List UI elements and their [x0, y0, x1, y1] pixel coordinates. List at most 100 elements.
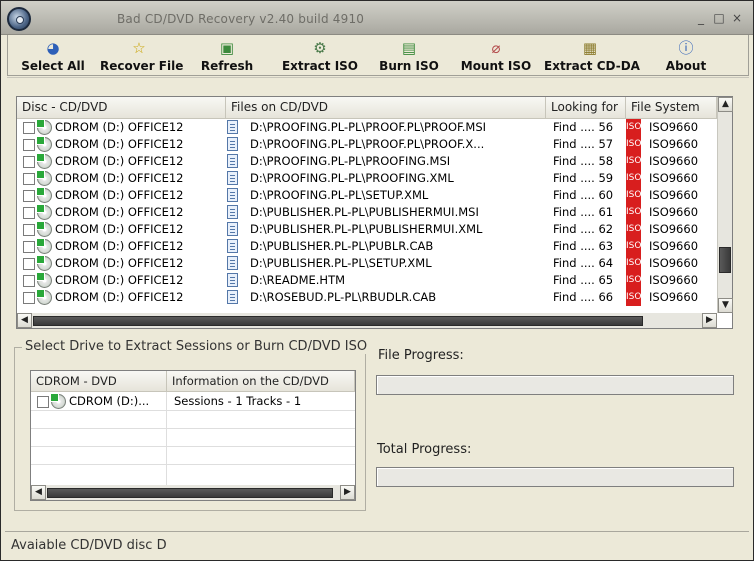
file-icon — [227, 120, 238, 134]
looking-for-cell: Find .... 66 — [553, 290, 614, 304]
row-checkbox[interactable] — [23, 122, 35, 134]
select-all-icon: ◕ — [46, 39, 60, 57]
disc-cell: CDROM (D:) OFFICE12 — [55, 154, 184, 168]
file-path-cell: D:\PUBLISHER.PL-PL\SETUP.XML — [250, 256, 432, 270]
vertical-scrollbar[interactable]: ▲ ▼ — [717, 97, 733, 313]
extract-cdda-button[interactable]: ▦ Extract CD-DA — [544, 37, 640, 75]
drive-checkbox[interactable] — [37, 396, 49, 408]
iso-badge: ISO — [626, 204, 641, 221]
horizontal-scroll-thumb[interactable] — [33, 316, 643, 326]
minimize-button[interactable]: _ — [694, 11, 708, 25]
file-system-cell: ISO9660 — [649, 120, 699, 134]
drive-scroll-thumb[interactable] — [47, 488, 333, 498]
table-row[interactable]: CDROM (D:) OFFICE12 D:\PROOFING.PL-PL\PRO… — [17, 153, 717, 170]
row-checkbox[interactable] — [23, 224, 35, 236]
row-checkbox[interactable] — [23, 173, 35, 185]
cd-drive-icon — [50, 393, 66, 409]
table-row[interactable]: CDROM (D:) OFFICE12 D:\PROOFING.PL-PL\SET… — [17, 187, 717, 204]
drive-row[interactable]: CDROM (D:)... Sessions - 1 Tracks - 1 — [31, 393, 355, 410]
star-icon: ☆ — [132, 39, 146, 57]
file-icon — [227, 205, 238, 219]
scroll-right-arrow-icon[interactable]: ▶ — [702, 313, 717, 328]
close-button[interactable]: × — [730, 11, 744, 25]
table-row[interactable]: CDROM (D:) OFFICE12 D:\ROSEBUD.PL-PL\RBUD… — [17, 289, 717, 306]
toolbar-divider — [7, 77, 749, 78]
mount-iso-icon: ⌀ — [491, 39, 501, 57]
file-path-cell: D:\PROOFING.PL-PL\PROOF.PL\PROOF.X... — [250, 137, 485, 151]
column-header-files[interactable]: Files on CD/DVD — [226, 97, 546, 119]
table-row[interactable]: CDROM (D:) OFFICE12 D:\PUBLISHER.PL-PL\PU… — [17, 238, 717, 255]
cd-disc-icon — [36, 136, 52, 152]
looking-for-cell: Find .... 56 — [553, 120, 614, 134]
scroll-left-arrow-icon[interactable]: ◀ — [31, 485, 46, 500]
drive-list[interactable]: CDROM - DVD Information on the CD/DVD CD… — [30, 370, 356, 501]
table-row[interactable]: CDROM (D:) OFFICE12 D:\PUBLISHER.PL-PL\PU… — [17, 221, 717, 238]
scroll-right-arrow-icon[interactable]: ▶ — [340, 485, 355, 500]
table-row[interactable]: CDROM (D:) OFFICE12 D:\PUBLISHER.PL-PL\PU… — [17, 204, 717, 221]
drive-horizontal-scrollbar[interactable]: ◀ ▶ — [31, 485, 355, 500]
row-checkbox[interactable] — [23, 156, 35, 168]
scroll-left-arrow-icon[interactable]: ◀ — [17, 313, 32, 328]
about-button[interactable]: ⓘ About — [648, 37, 724, 75]
recover-file-button[interactable]: ☆ Recover File — [100, 37, 183, 75]
extract-cdda-icon: ▦ — [582, 39, 598, 57]
vertical-scroll-thumb[interactable] — [719, 247, 731, 273]
mount-iso-button[interactable]: ⌀ Mount ISO — [456, 37, 536, 75]
total-progress-label: Total Progress: — [377, 442, 472, 457]
table-row[interactable]: CDROM (D:) OFFICE12 D:\PROOFING.PL-PL\PRO… — [17, 136, 717, 153]
file-system-cell: ISO9660 — [649, 290, 699, 304]
select-all-button[interactable]: ◕ Select All — [14, 37, 92, 75]
file-system-cell: ISO9660 — [649, 239, 699, 253]
row-checkbox[interactable] — [23, 241, 35, 253]
column-header-drive-info[interactable]: Information on the CD/DVD — [167, 371, 355, 392]
row-checkbox[interactable] — [23, 258, 35, 270]
file-icon — [227, 137, 238, 151]
table-row[interactable]: CDROM (D:) OFFICE12 D:\PUBLISHER.PL-PL\SE… — [17, 255, 717, 272]
disc-cell: CDROM (D:) OFFICE12 — [55, 171, 184, 185]
file-system-cell: ISO9660 — [649, 171, 699, 185]
iso-badge: ISO — [626, 187, 641, 204]
row-checkbox[interactable] — [23, 207, 35, 219]
file-path-cell: D:\PROOFING.PL-PL\SETUP.XML — [250, 188, 429, 202]
row-checkbox[interactable] — [23, 292, 35, 304]
burn-iso-button[interactable]: ▤ Burn ISO — [370, 37, 448, 75]
table-row[interactable]: CDROM (D:) OFFICE12 D:\PROOFING.PL-PL\PRO… — [17, 119, 717, 136]
disc-cell: CDROM (D:) OFFICE12 — [55, 256, 184, 270]
looking-for-cell: Find .... 63 — [553, 239, 614, 253]
refresh-button[interactable]: ▣ Refresh — [188, 37, 266, 75]
grid-line — [31, 464, 355, 465]
iso-badge: ISO — [626, 238, 641, 255]
cd-disc-icon — [36, 153, 52, 169]
title-bar[interactable]: Bad CD/DVD Recovery v2.40 build 4910 _ □… — [1, 1, 753, 35]
row-checkbox[interactable] — [23, 190, 35, 202]
row-checkbox[interactable] — [23, 275, 35, 287]
app-disc-icon[interactable] — [7, 7, 31, 31]
file-path-cell: D:\README.HTM — [250, 273, 346, 287]
table-row[interactable]: CDROM (D:) OFFICE12 D:\PROOFING.PL-PL\PRO… — [17, 170, 717, 187]
iso-badge: ISO — [626, 170, 641, 187]
file-system-cell: ISO9660 — [649, 137, 699, 151]
column-header-drive[interactable]: CDROM - DVD — [31, 371, 167, 392]
disc-cell: CDROM (D:) OFFICE12 — [55, 273, 184, 287]
file-path-cell: D:\PROOFING.PL-PL\PROOFING.MSI — [250, 154, 451, 168]
scroll-up-arrow-icon[interactable]: ▲ — [718, 97, 733, 112]
file-path-cell: D:\PROOFING.PL-PL\PROOFING.XML — [250, 171, 454, 185]
maximize-button[interactable]: □ — [712, 11, 726, 25]
table-row[interactable]: CDROM (D:) OFFICE12 D:\README.HTM Find ...… — [17, 272, 717, 289]
horizontal-scrollbar[interactable]: ◀ ▶ — [17, 313, 717, 328]
scroll-down-arrow-icon[interactable]: ▼ — [718, 298, 733, 313]
looking-for-cell: Find .... 58 — [553, 154, 614, 168]
row-checkbox[interactable] — [23, 139, 35, 151]
looking-for-cell: Find .... 61 — [553, 205, 614, 219]
column-header-looking-for[interactable]: Looking for — [546, 97, 626, 119]
file-icon — [227, 290, 238, 304]
extract-iso-icon: ⚙ — [313, 39, 327, 57]
toolbar: ◕ Select All ☆ Recover File ▣ Refresh ⚙ … — [7, 35, 749, 76]
column-header-disc[interactable]: Disc - CD/DVD — [17, 97, 226, 119]
extract-iso-button[interactable]: ⚙ Extract ISO — [280, 37, 360, 75]
recovered-files-list[interactable]: Disc - CD/DVD Files on CD/DVD Looking fo… — [16, 96, 733, 329]
about-icon: ⓘ — [678, 39, 694, 57]
column-header-file-system[interactable]: File System — [626, 97, 717, 119]
total-progress-bar — [376, 467, 734, 487]
cd-disc-icon — [36, 289, 52, 305]
